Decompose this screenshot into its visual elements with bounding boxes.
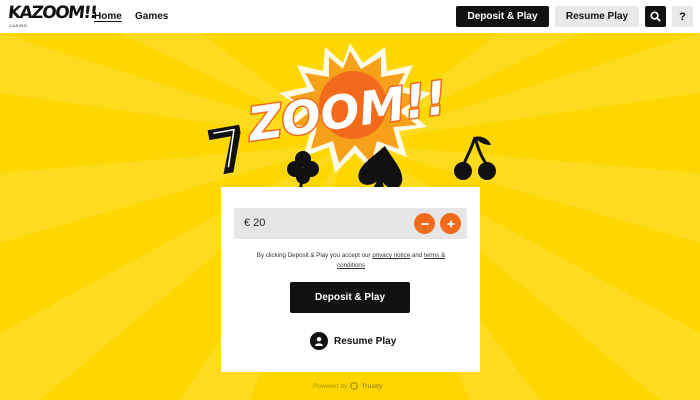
resume-play-link[interactable]: Resume Play [310, 332, 396, 350]
terms-text: By clicking Deposit & Play you accept ou… [251, 251, 451, 271]
privacy-notice-link[interactable]: privacy notice [372, 252, 410, 259]
header-resume-play-button[interactable]: Resume Play [555, 6, 639, 27]
seven-icon [207, 124, 241, 175]
terms-prefix: By clicking Deposit & Play you accept ou… [256, 252, 373, 259]
logo-subtext: CASINO [9, 23, 28, 28]
nav-home-link[interactable]: Home [94, 11, 122, 22]
decrease-amount-button[interactable] [414, 213, 435, 234]
trustly-logo-icon [350, 382, 359, 390]
trustly-brand: Trustly [361, 382, 383, 390]
nav-games-link[interactable]: Games [135, 11, 168, 22]
top-header: KAZOOM!! CASINO Home Games Deposit & Pla… [0, 0, 700, 33]
powered-by: Powered by Trustly [313, 382, 383, 390]
terms-and: and [410, 252, 424, 259]
minus-icon [421, 222, 428, 225]
search-icon [650, 11, 661, 22]
cherries-icon [454, 136, 496, 180]
header-deposit-play-button[interactable]: Deposit & Play [456, 6, 549, 27]
search-button[interactable] [645, 6, 666, 27]
logo-text: KAZOOM!! [6, 3, 98, 23]
deposit-card: € 20 By clicking Deposit & Play you acce… [221, 187, 480, 372]
user-icon [310, 332, 328, 350]
kazoom-logo[interactable]: KAZOOM!! CASINO [6, 3, 98, 30]
powered-by-label: Powered by [313, 382, 348, 390]
resume-play-label: Resume Play [334, 335, 397, 347]
increase-amount-button[interactable] [440, 213, 461, 234]
help-button[interactable]: ? [672, 6, 693, 27]
plus-icon [447, 220, 454, 227]
deposit-play-button[interactable]: Deposit & Play [290, 282, 410, 313]
zoom-hero-graphic: ZOOM!! [207, 43, 496, 195]
amount-value: € 20 [244, 217, 266, 229]
clover-icon [287, 151, 319, 191]
amount-field[interactable]: € 20 [234, 208, 467, 239]
